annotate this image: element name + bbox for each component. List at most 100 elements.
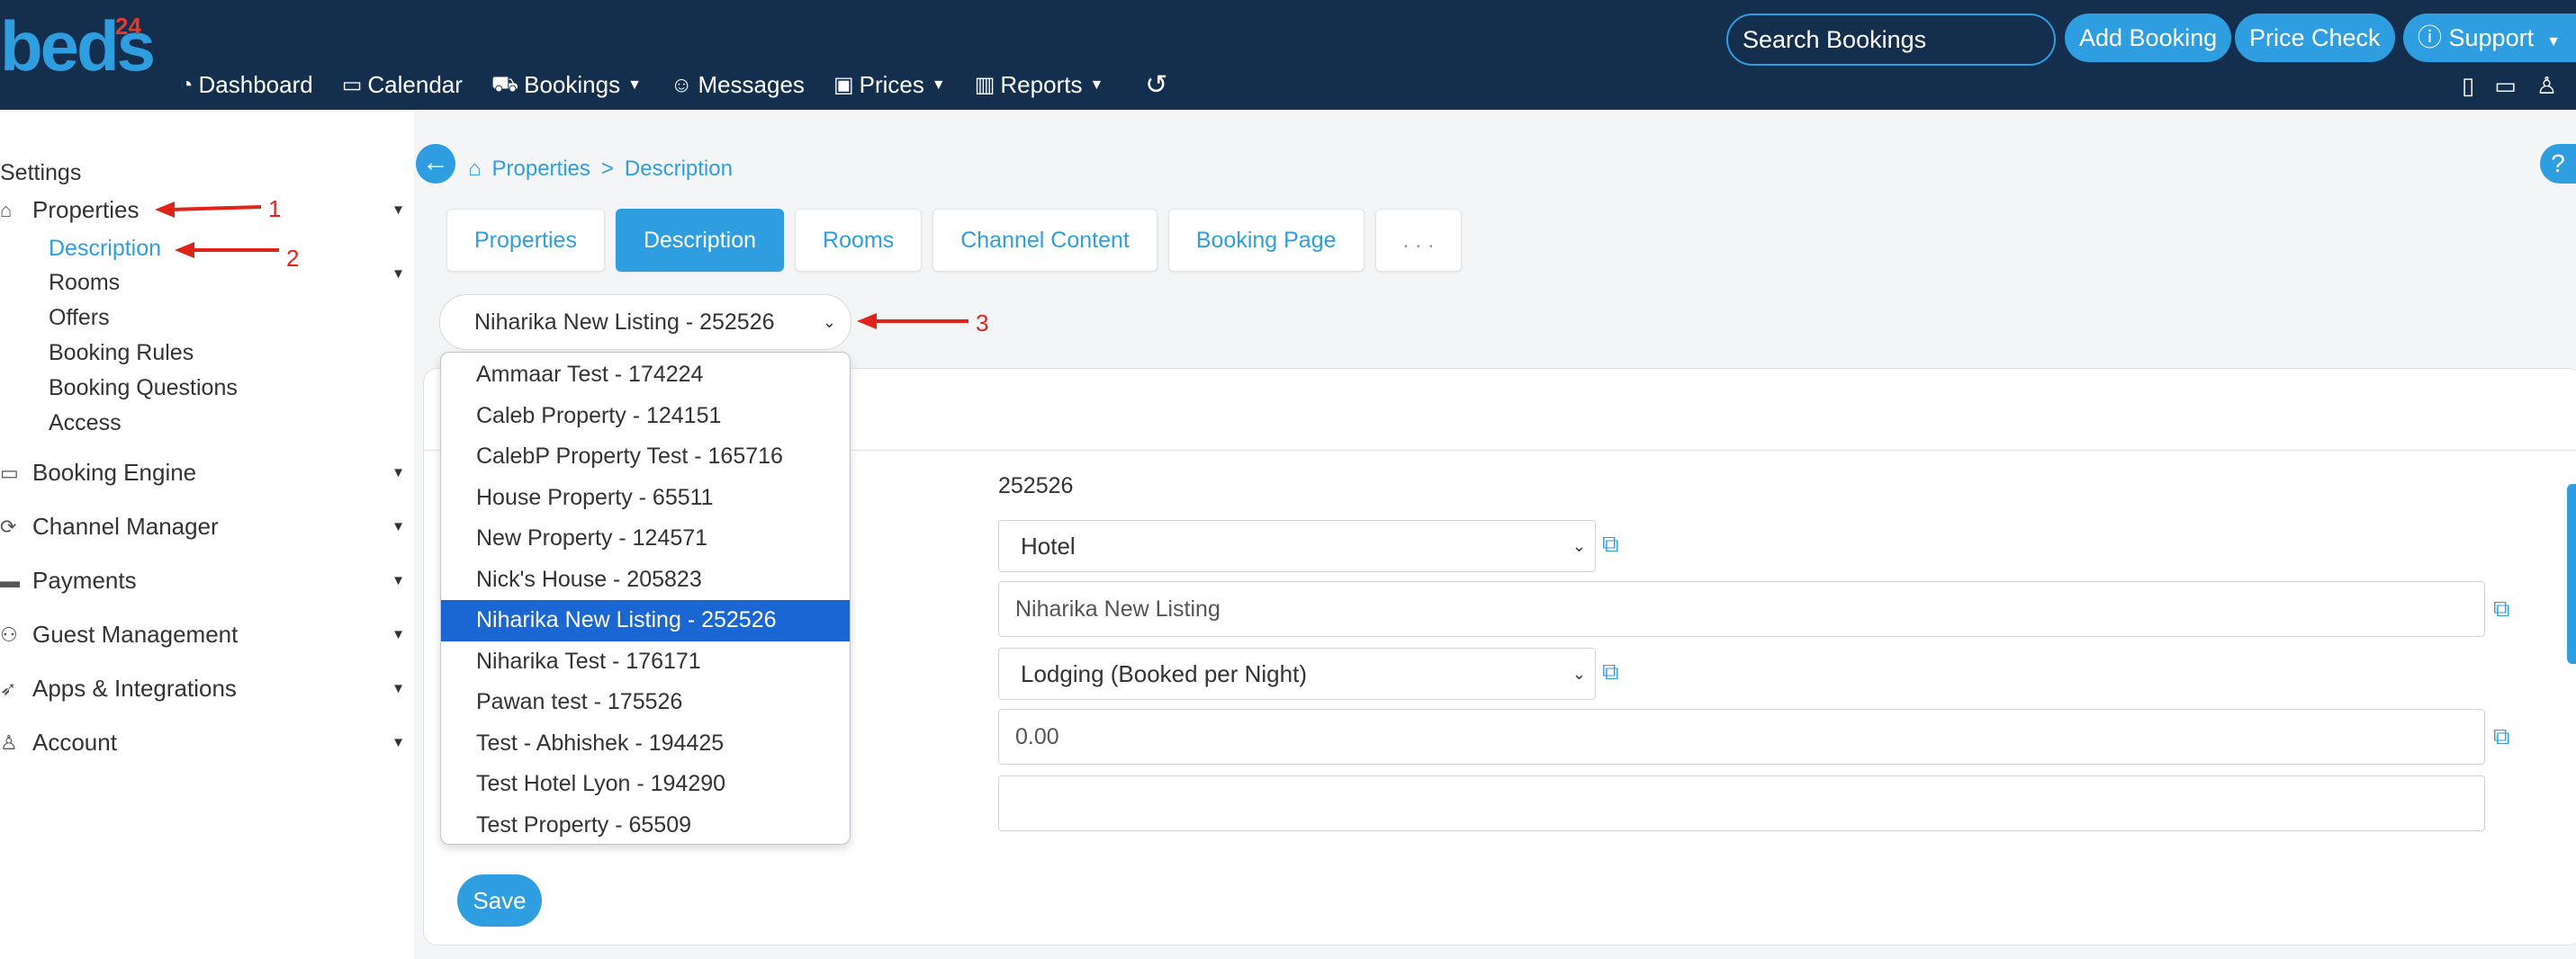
sidebar-subitem-description[interactable]: Description bbox=[49, 236, 161, 262]
tab-properties[interactable]: Properties bbox=[446, 209, 605, 272]
monitor-icon: ▭ bbox=[0, 461, 19, 484]
annotation-arrowhead-3 bbox=[857, 313, 877, 329]
tab-more[interactable]: . . . bbox=[1374, 209, 1463, 272]
dropdown-option[interactable]: Test - Abhishek - 194425 bbox=[441, 723, 850, 765]
sidebar-item-payments[interactable]: ▬ Payments ▼ bbox=[0, 567, 405, 595]
chevron-down-icon: ⌄ bbox=[1572, 537, 1586, 555]
sidebar-subitem-booking-questions[interactable]: Booking Questions bbox=[49, 375, 238, 401]
caret-down-icon[interactable]: ▼ bbox=[392, 519, 405, 534]
sidebar-item-label: Booking Engine bbox=[32, 459, 197, 486]
breadcrumb-separator: > bbox=[600, 157, 614, 181]
support-button[interactable]: ⓘ Support ▼ bbox=[2403, 13, 2576, 62]
caret-down-icon[interactable]: ▼ bbox=[392, 202, 405, 218]
caret-down-icon[interactable]: ▼ bbox=[392, 266, 405, 282]
property-select-value: Niharika New Listing - 252526 bbox=[474, 309, 775, 335]
dropdown-option[interactable]: House Property - 65511 bbox=[441, 478, 850, 519]
property-name-field[interactable]: Niharika New Listing bbox=[998, 581, 2485, 637]
property-type-value: Hotel bbox=[1021, 533, 1076, 560]
settings-sidebar: Settings ⌂ Properties ▼ Description Room… bbox=[0, 110, 414, 959]
caret-down-icon[interactable]: ▼ bbox=[392, 735, 405, 750]
dropdown-option[interactable]: CalebP Property Test - 165716 bbox=[441, 436, 850, 478]
desktop-icon[interactable]: ▭ bbox=[2494, 72, 2517, 100]
property-type-select[interactable]: Hotel ⌄ bbox=[998, 520, 1596, 572]
beds24-logo[interactable]: beds 24 bbox=[0, 11, 156, 81]
nav-prices[interactable]: ▣ Prices ▼ bbox=[833, 71, 946, 99]
caret-down-icon[interactable]: ▼ bbox=[392, 465, 405, 480]
price-check-button[interactable]: Price Check bbox=[2235, 13, 2395, 62]
sidebar-item-properties[interactable]: ⌂ Properties ▼ bbox=[0, 196, 405, 224]
dropdown-option[interactable]: Test Hotel Lyon - 194290 bbox=[441, 764, 850, 805]
user-icon[interactable]: ♙ bbox=[2536, 72, 2557, 100]
sidebar-item-label: Properties bbox=[32, 196, 140, 223]
card-icon: ▬ bbox=[0, 569, 20, 592]
dropdown-option[interactable]: Test Property - 65509 bbox=[441, 805, 850, 845]
nav-history[interactable]: ↺ bbox=[1145, 69, 1173, 101]
top-bar: beds 24 ◔ Dashboard ▭ Calendar ⛟ Bookings ▼ … bbox=[0, 0, 2576, 110]
search-bookings-input[interactable]: Search Bookings bbox=[1726, 13, 2056, 66]
dropdown-option[interactable]: Caleb Property - 124151 bbox=[441, 396, 850, 437]
empty-text-field[interactable] bbox=[998, 775, 2485, 831]
dropdown-option[interactable]: Pawan test - 175526 bbox=[441, 682, 850, 723]
caret-down-icon[interactable]: ▼ bbox=[392, 627, 405, 642]
sidebar-item-label: Guest Management bbox=[32, 621, 239, 648]
sidebar-subitem-access[interactable]: Access bbox=[49, 410, 122, 436]
save-button[interactable]: Save bbox=[457, 874, 542, 927]
sidebar-subitem-rooms[interactable]: Rooms bbox=[49, 270, 120, 296]
property-id: 252526 bbox=[998, 473, 1074, 498]
copy-icon[interactable]: ⧉ bbox=[2493, 723, 2515, 748]
copy-icon[interactable]: ⧉ bbox=[2493, 596, 2515, 621]
dropdown-option-selected[interactable]: Niharika New Listing - 252526 bbox=[441, 600, 850, 641]
dropdown-option[interactable]: Niharika Test - 176171 bbox=[441, 641, 850, 683]
nav-messages-label: Messages bbox=[698, 71, 805, 98]
dropdown-option[interactable]: Ammaar Test - 174224 bbox=[441, 354, 850, 396]
property-dropdown-list: Ammaar Test - 174224 Caleb Property - 12… bbox=[440, 352, 851, 845]
chevron-down-icon: ⌄ bbox=[1572, 665, 1586, 683]
nav-dashboard[interactable]: ◔ Dashboard bbox=[180, 71, 313, 99]
sidebar-item-booking-engine[interactable]: ▭ Booking Engine ▼ bbox=[0, 459, 405, 487]
caret-down-icon: ▼ bbox=[931, 76, 946, 93]
sidebar-item-label: Payments bbox=[32, 567, 137, 594]
side-panel-tab[interactable] bbox=[2567, 484, 2576, 664]
device-icons: ▯ ▭ ♙ bbox=[2462, 72, 2557, 100]
home-icon: ⌂ bbox=[468, 157, 482, 181]
caret-down-icon: ▼ bbox=[627, 76, 642, 93]
bed-icon: ⛟ bbox=[491, 71, 519, 96]
chart-icon: ▥ bbox=[974, 73, 995, 97]
support-label: Support bbox=[2448, 24, 2535, 51]
nav-messages[interactable]: ☺ Messages bbox=[671, 71, 805, 99]
sidebar-item-apps-integrations[interactable]: ➶ Apps & Integrations ▼ bbox=[0, 675, 405, 703]
dropdown-option[interactable]: New Property - 124571 bbox=[441, 518, 850, 560]
amount-field[interactable]: 0.00 bbox=[998, 709, 2485, 765]
caret-down-icon[interactable]: ▼ bbox=[392, 681, 405, 696]
nav-prices-label: Prices bbox=[859, 71, 924, 98]
add-booking-button[interactable]: Add Booking bbox=[2065, 13, 2232, 62]
copy-icon[interactable]: ⧉ bbox=[1602, 531, 1624, 556]
tab-description[interactable]: Description bbox=[615, 209, 785, 272]
back-arrow-icon[interactable]: ← bbox=[416, 144, 455, 184]
nav-bookings[interactable]: ⛟ Bookings ▼ bbox=[491, 71, 642, 99]
copy-icon[interactable]: ⧉ bbox=[1602, 659, 1624, 684]
tab-rooms[interactable]: Rooms bbox=[795, 209, 923, 272]
property-select[interactable]: Niharika New Listing - 252526 ⌄ bbox=[439, 294, 851, 350]
sidebar-item-channel-manager[interactable]: ⟳ Channel Manager ▼ bbox=[0, 513, 405, 541]
phone-icon[interactable]: ▯ bbox=[2462, 72, 2474, 100]
dropdown-option[interactable]: Nick's House - 205823 bbox=[441, 560, 850, 601]
logo-superscript: 24 bbox=[115, 13, 141, 40]
annotation-number-2: 2 bbox=[286, 245, 300, 272]
tab-booking-page[interactable]: Booking Page bbox=[1167, 209, 1365, 272]
caret-down-icon[interactable]: ▼ bbox=[392, 573, 405, 588]
nav-reports[interactable]: ▥ Reports ▼ bbox=[975, 71, 1104, 99]
sidebar-item-label: Apps & Integrations bbox=[32, 675, 237, 702]
sidebar-item-account[interactable]: ♙ Account ▼ bbox=[0, 729, 405, 757]
info-icon: ⓘ bbox=[2418, 24, 2449, 51]
breadcrumb-current: Description bbox=[624, 157, 733, 181]
booking-type-value: Lodging (Booked per Night) bbox=[1021, 660, 1307, 687]
breadcrumb-properties[interactable]: Properties bbox=[492, 157, 590, 182]
sidebar-subitem-booking-rules[interactable]: Booking Rules bbox=[49, 340, 194, 366]
sidebar-subitem-offers[interactable]: Offers bbox=[49, 305, 110, 331]
sidebar-item-guest-management[interactable]: ⚇ Guest Management ▼ bbox=[0, 621, 405, 649]
booking-type-select[interactable]: Lodging (Booked per Night) ⌄ bbox=[998, 648, 1596, 700]
nav-calendar[interactable]: ▭ Calendar bbox=[342, 71, 463, 99]
help-icon[interactable]: ? bbox=[2540, 144, 2576, 184]
tab-channel-content[interactable]: Channel Content bbox=[932, 209, 1157, 272]
